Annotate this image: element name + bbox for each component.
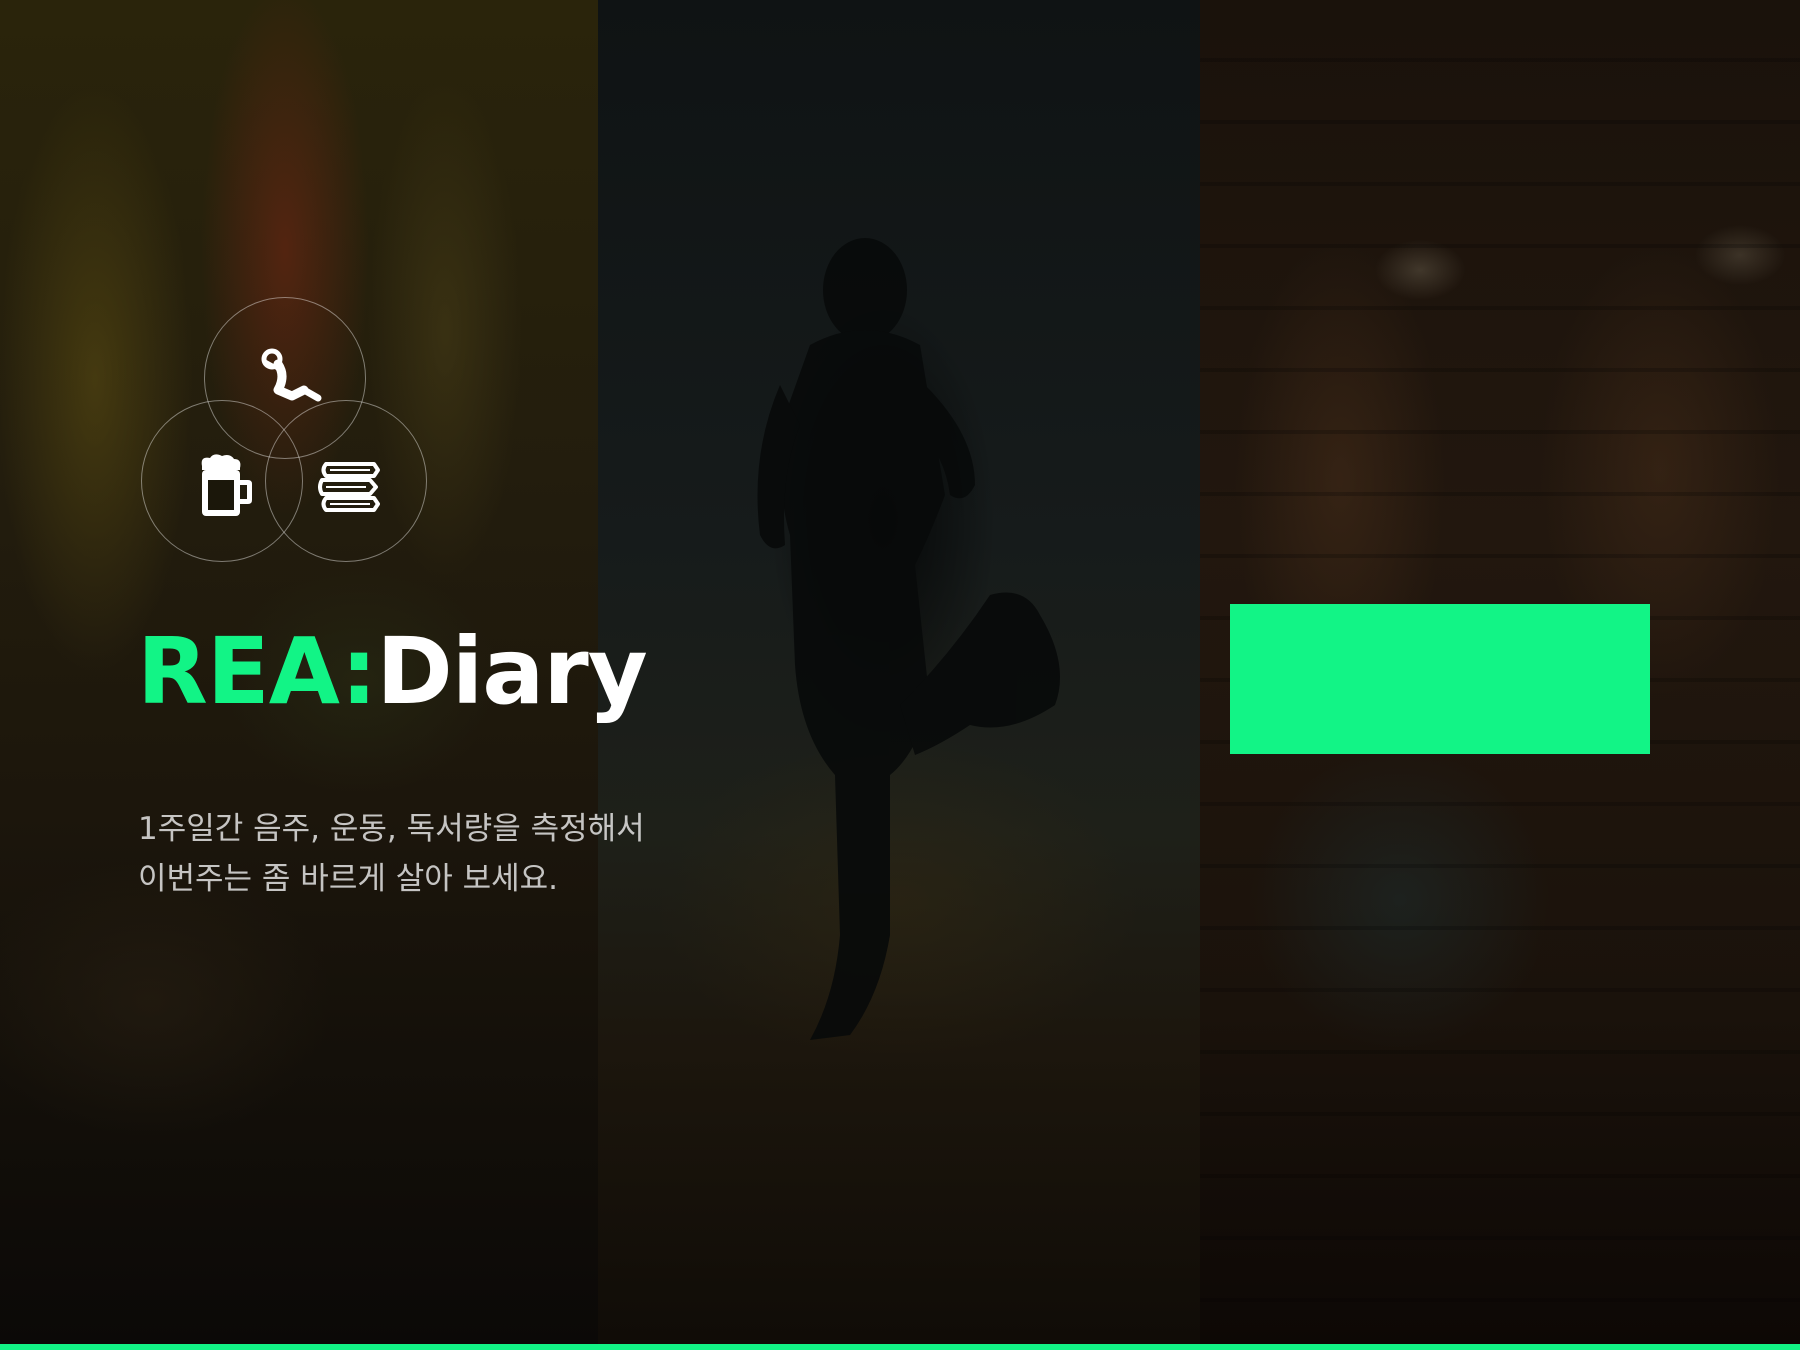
app-title: REA:Diary <box>137 622 648 722</box>
runner-silhouette <box>757 238 1060 1040</box>
tagline-line-1: 1주일간 음주, 운동, 독서량을 측정해서 <box>138 811 645 847</box>
bottom-accent-bar <box>0 1344 1800 1350</box>
situp-icon <box>261 348 322 402</box>
app-title-rest: Diary <box>376 618 647 725</box>
books-icon <box>318 462 380 512</box>
slide: REA:Diary 1주일간 음주, 운동, 독서량을 측정해서 이번주는 좀 … <box>0 0 1800 1350</box>
accent-block <box>1230 604 1650 754</box>
app-title-accent: REA: <box>137 618 377 725</box>
activity-icon-cluster <box>138 294 434 568</box>
tagline-line-2: 이번주는 좀 바르게 살아 보세요. <box>138 861 559 897</box>
beer-icon <box>201 454 252 516</box>
tagline: 1주일간 음주, 운동, 독서량을 측정해서 이번주는 좀 바르게 살아 보세요… <box>138 804 698 904</box>
